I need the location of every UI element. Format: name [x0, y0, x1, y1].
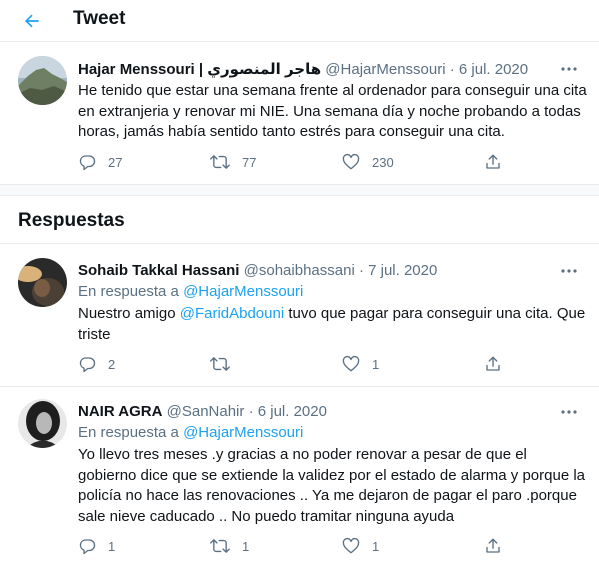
more-button[interactable]	[557, 59, 581, 79]
like-icon	[342, 153, 360, 170]
tweet-header: NAIR AGRA @SanNahir · 6 jul. 2020	[78, 403, 327, 420]
avatar-image	[18, 56, 67, 105]
share-icon	[486, 538, 500, 553]
like-icon	[342, 537, 360, 554]
tweet-date[interactable]: · 6 jul. 2020	[249, 403, 327, 420]
retweet-button[interactable]: 77	[210, 151, 256, 173]
retweet-count: 77	[242, 154, 257, 170]
like-count: 1	[372, 356, 380, 372]
tweet-text: He tenido que estar una semana frente al…	[78, 82, 587, 140]
reply-tweet[interactable]: NAIR AGRA @SanNahir · 6 jul. 2020 En res…	[0, 387, 599, 569]
tweet-actions: 2 1	[78, 353, 518, 375]
more-icon	[561, 410, 577, 414]
retweet-icon	[210, 357, 230, 371]
like-button[interactable]: 230	[342, 151, 394, 173]
top-header: Tweet	[0, 0, 599, 42]
avatar-image	[18, 399, 67, 448]
reply-context: En respuesta a @HajarMenssouri	[78, 283, 303, 300]
share-icon	[486, 154, 500, 169]
avatar[interactable]	[18, 399, 67, 448]
reply-icon	[79, 539, 96, 555]
reply-icon	[79, 357, 96, 373]
text-part: Nuestro amigo	[78, 305, 176, 322]
avatar-image	[18, 258, 67, 307]
reply-to-link[interactable]: @HajarMenssouri	[183, 424, 303, 441]
more-button[interactable]	[557, 261, 581, 281]
share-icon	[486, 356, 500, 371]
more-icon	[561, 269, 577, 273]
reply-button[interactable]: 2	[78, 353, 115, 375]
replies-heading: Respuestas	[18, 210, 125, 231]
tweet-actions: 27 77 230	[78, 151, 518, 173]
author-handle[interactable]: @HajarMenssouri	[325, 61, 445, 78]
author-name[interactable]: Hajar Menssouri | هاجر المنصوري	[78, 61, 321, 78]
like-count: 230	[372, 154, 394, 170]
share-button[interactable]	[484, 151, 502, 173]
tweet-date[interactable]: · 6 jul. 2020	[450, 61, 528, 78]
tweet-header: Sohaib Takkal Hassani @sohaibhassani · 7…	[78, 262, 437, 279]
author-handle[interactable]: @sohaibhassani	[244, 262, 355, 279]
tweet-header: Hajar Menssouri | هاجر المنصوري @HajarMe…	[78, 60, 528, 78]
retweet-count: 1	[242, 538, 250, 554]
author-handle[interactable]: @SanNahir	[167, 403, 245, 420]
reply-label: En respuesta a	[78, 424, 179, 441]
author-name[interactable]: Sohaib Takkal Hassani	[78, 262, 239, 279]
tweet-text: Yo llevo tres meses .y gracias a no pode…	[78, 446, 585, 525]
reply-button[interactable]: 1	[78, 535, 115, 557]
reply-icon	[79, 155, 96, 171]
page-title: Tweet	[73, 8, 126, 29]
share-button[interactable]	[484, 353, 502, 375]
reply-tweet[interactable]: Sohaib Takkal Hassani @sohaibhassani · 7…	[0, 244, 599, 386]
reply-count: 1	[108, 538, 116, 554]
like-button[interactable]: 1	[342, 353, 379, 375]
tweet-actions: 1 1 1	[78, 535, 518, 557]
mention-link[interactable]: @FaridAbdouni	[180, 305, 284, 322]
reply-count: 27	[108, 154, 123, 170]
back-button[interactable]	[18, 7, 46, 35]
reply-context: En respuesta a @HajarMenssouri	[78, 424, 303, 441]
share-button[interactable]	[484, 535, 502, 557]
reply-count: 2	[108, 356, 116, 372]
section-gap	[0, 184, 599, 196]
author-name[interactable]: NAIR AGRA	[78, 403, 162, 420]
tweet-text: Nuestro amigo @FaridAbdouni tuvo que pag…	[78, 304, 588, 345]
retweet-button[interactable]: 1	[210, 535, 249, 557]
like-count: 1	[372, 538, 380, 554]
reply-button[interactable]: 27	[78, 151, 122, 173]
reply-label: En respuesta a	[78, 283, 179, 300]
reply-to-link[interactable]: @HajarMenssouri	[183, 283, 303, 300]
back-arrow-icon	[25, 14, 39, 28]
retweet-button[interactable]	[210, 353, 242, 375]
main-tweet[interactable]: Hajar Menssouri | هاجر المنصوري @HajarMe…	[0, 42, 599, 184]
like-button[interactable]: 1	[342, 535, 379, 557]
more-button[interactable]	[557, 402, 581, 422]
avatar[interactable]	[18, 56, 67, 105]
tweet-date[interactable]: · 7 jul. 2020	[359, 262, 437, 279]
like-icon	[342, 355, 360, 372]
retweet-icon	[210, 539, 230, 553]
retweet-icon	[210, 155, 230, 169]
more-icon	[561, 67, 577, 71]
avatar[interactable]	[18, 258, 67, 307]
